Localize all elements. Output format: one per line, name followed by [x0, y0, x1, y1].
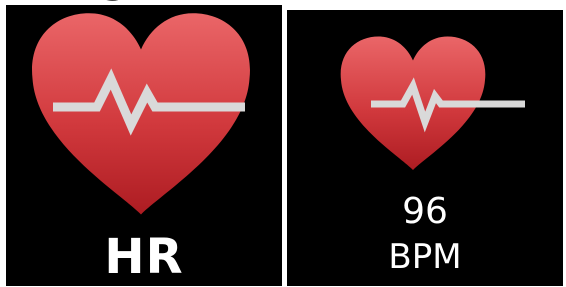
bpm-unit-label: BPM	[388, 237, 462, 277]
heart-rate-value: 96	[402, 191, 448, 232]
hr-screen-panel: HR	[6, 5, 282, 286]
pulse-line-icon	[371, 77, 525, 133]
hr-label: HR	[104, 229, 184, 285]
pulse-line-icon	[53, 68, 245, 136]
bpm-screen-panel: 96 BPM	[287, 10, 563, 286]
